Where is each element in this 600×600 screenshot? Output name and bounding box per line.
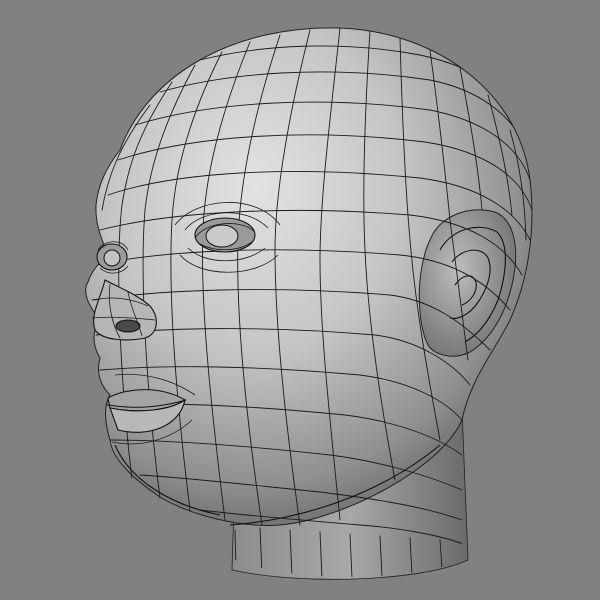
head-render bbox=[85, 27, 533, 580]
3d-viewport bbox=[0, 0, 600, 600]
